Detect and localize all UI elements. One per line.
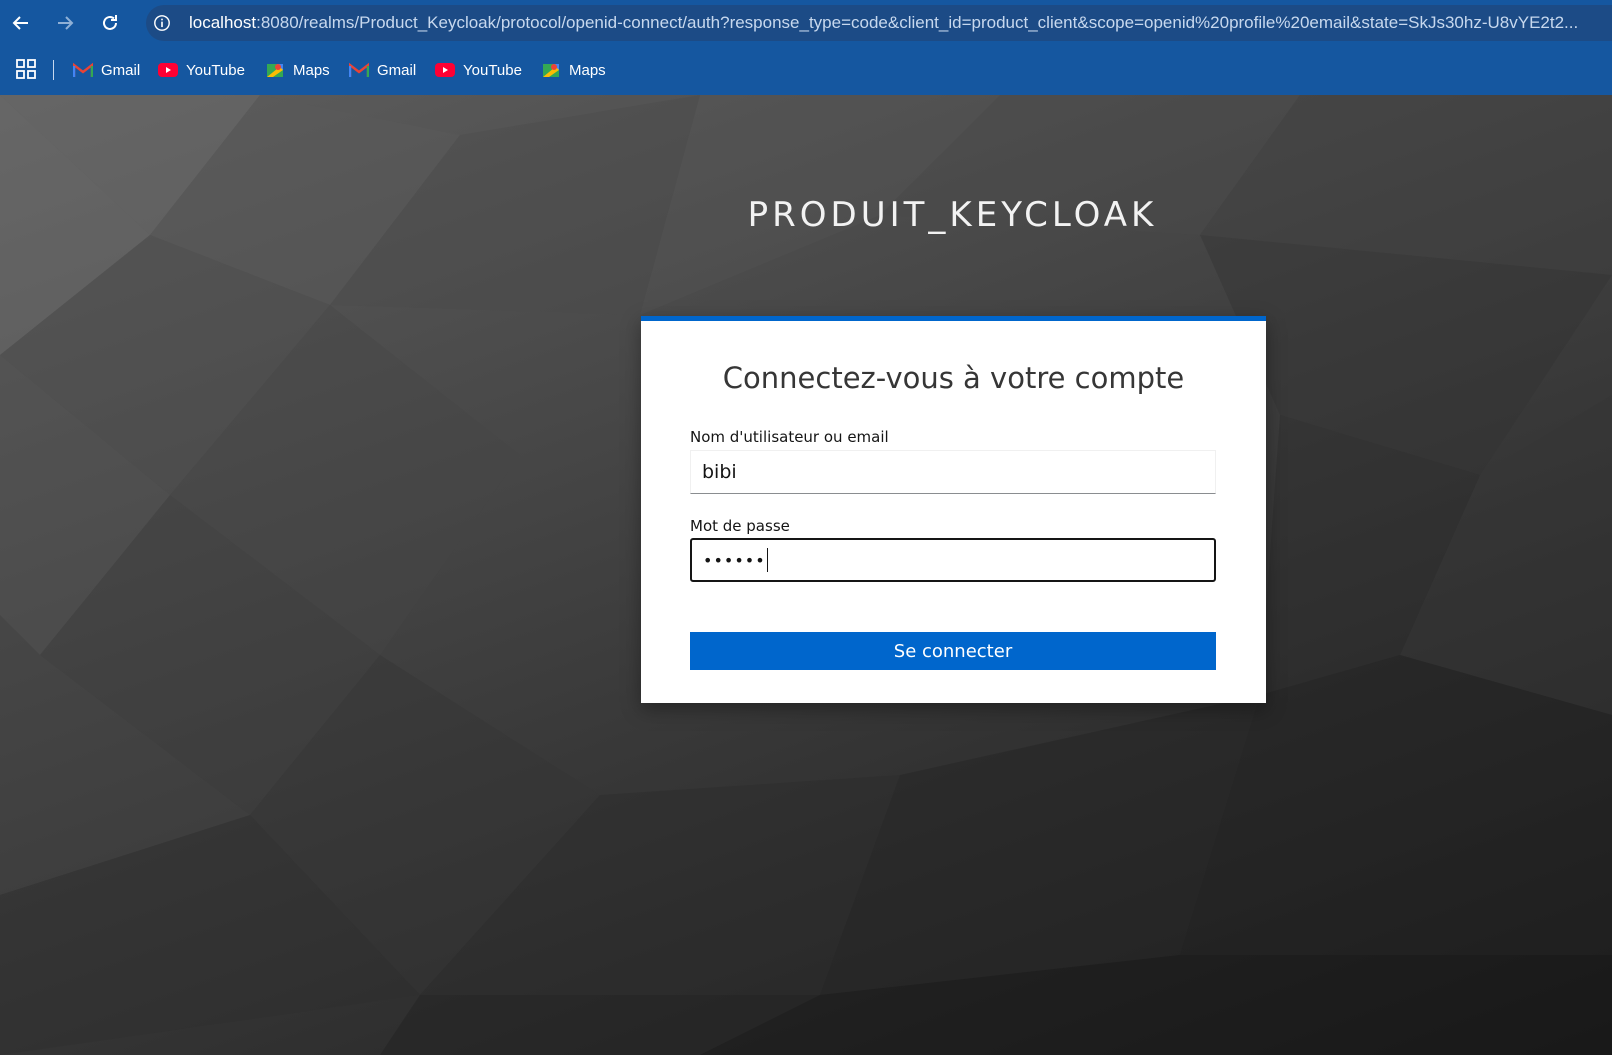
bookmark-label: Gmail <box>377 61 417 79</box>
bookmark-gmail[interactable]: Gmail <box>349 58 416 82</box>
login-button[interactable]: Se connecter <box>690 632 1216 670</box>
navigation-bar: localhost:8080/realms/Product_Keycloak/p… <box>0 0 1612 46</box>
login-heading: Connectez-vous à votre compte <box>722 361 1185 395</box>
bookmark-label: Maps <box>569 61 606 79</box>
password-value: •••••• <box>703 550 766 570</box>
maps-icon <box>267 64 283 77</box>
password-field[interactable]: •••••• <box>690 538 1216 582</box>
password-label: Mot de passe <box>690 517 790 535</box>
reload-icon[interactable] <box>95 8 125 38</box>
realm-title: PRODUIT_KEYCLOAK <box>747 195 1158 235</box>
bookmark-youtube[interactable]: YouTube <box>158 58 245 82</box>
bookmark-maps[interactable]: Maps <box>541 58 606 82</box>
gmail-icon <box>349 62 369 77</box>
bookmark-label: Maps <box>293 61 330 79</box>
youtube-icon <box>435 63 455 77</box>
browser-chrome: localhost:8080/realms/Product_Keycloak/p… <box>0 0 1612 95</box>
gmail-icon <box>73 62 93 77</box>
url-text[interactable]: localhost:8080/realms/Product_Keycloak/p… <box>189 13 1612 33</box>
maps-icon <box>543 64 559 77</box>
apps-grid-icon[interactable] <box>16 59 36 79</box>
info-icon[interactable] <box>150 11 174 35</box>
text-caret <box>766 548 768 572</box>
bookmark-youtube[interactable]: YouTube <box>435 58 522 82</box>
login-card: Connectez-vous à votre compte Nom d'util… <box>641 316 1266 703</box>
bookmark-label: Gmail <box>101 61 141 79</box>
forward-arrow-icon[interactable] <box>50 8 80 38</box>
login-page: PRODUIT_KEYCLOAK Connectez-vous à votre … <box>0 95 1612 1055</box>
username-label: Nom d'utilisateur ou email <box>690 428 889 446</box>
bookmark-label: YouTube <box>186 61 245 79</box>
url-host: localhost <box>189 13 257 32</box>
youtube-icon <box>158 63 178 77</box>
bookmark-gmail[interactable]: Gmail <box>73 58 140 82</box>
bookmark-maps[interactable]: Maps <box>265 58 330 82</box>
bookmarks-bar: Gmail YouTube Maps Gmail YouTube Maps <box>0 50 1612 90</box>
bookmarks-separator <box>53 60 54 80</box>
username-field[interactable]: bibi <box>690 450 1216 494</box>
username-value: bibi <box>702 461 737 483</box>
bookmark-label: YouTube <box>463 61 522 79</box>
url-path: :8080/realms/Product_Keycloak/protocol/o… <box>256 13 1579 32</box>
back-arrow-icon[interactable] <box>6 8 36 38</box>
